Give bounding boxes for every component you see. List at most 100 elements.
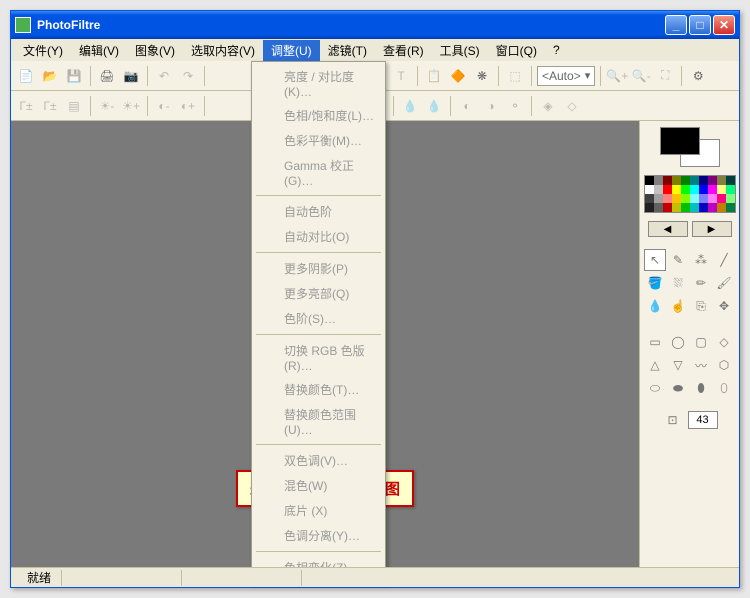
size-value[interactable]: 43 [688, 411, 718, 429]
palette-cell[interactable] [726, 185, 735, 194]
brush-tool[interactable]: ✏ [690, 272, 712, 294]
palette-cell[interactable] [654, 176, 663, 185]
palette-cell[interactable] [690, 194, 699, 203]
shape2-tool[interactable]: ⬬ [667, 377, 689, 399]
palette-cell[interactable] [717, 185, 726, 194]
palette-cell[interactable] [726, 203, 735, 212]
palette-cell[interactable] [699, 194, 708, 203]
palette-cell[interactable] [717, 176, 726, 185]
menu-tools[interactable]: 工具(S) [432, 40, 488, 61]
palette-cell[interactable] [708, 185, 717, 194]
palette-cell[interactable] [645, 185, 654, 194]
blur-button[interactable]: 💧 [399, 95, 421, 117]
gamma-plus-button[interactable]: Γ± [39, 95, 61, 117]
zoom-out-button[interactable]: 🔍- [630, 65, 652, 87]
ellipse-select-tool[interactable]: ◯ [667, 331, 689, 353]
new-file-button[interactable]: 📄 [15, 65, 37, 87]
line-tool[interactable]: ╱ [713, 249, 735, 271]
palette-cell[interactable] [672, 176, 681, 185]
print-button[interactable]: 🖨 [96, 65, 118, 87]
selection-toggle-button[interactable]: ⬚ [504, 65, 526, 87]
palette-cell[interactable] [690, 185, 699, 194]
diamond-tool[interactable]: ◇ [713, 331, 735, 353]
menu-file[interactable]: 文件(Y) [15, 40, 71, 61]
palette-cell[interactable] [654, 203, 663, 212]
palette-cell[interactable] [672, 203, 681, 212]
zoom-in-button[interactable]: 🔍+ [606, 65, 628, 87]
menu-more-highlight[interactable]: 更多亮部(Q) [254, 281, 383, 306]
menu-levels[interactable]: 色阶(S)… [254, 306, 383, 331]
palette-prev-button[interactable]: ◀ [648, 221, 688, 237]
menu-edit[interactable]: 编辑(V) [71, 40, 127, 61]
menu-image[interactable]: 图象(V) [127, 40, 183, 61]
menu-replace-color-range[interactable]: 替换颜色范围(U)… [254, 402, 383, 441]
palette-cell[interactable] [681, 176, 690, 185]
menu-negative[interactable]: 底片 (X) [254, 498, 383, 523]
palette-cell[interactable] [645, 203, 654, 212]
menu-more-shadow[interactable]: 更多阴影(P) [254, 256, 383, 281]
palette-cell[interactable] [699, 176, 708, 185]
shape3-tool[interactable]: ⬮ [690, 377, 712, 399]
aspect-lock-button[interactable]: ⊡ [662, 409, 684, 431]
palette-cell[interactable] [654, 194, 663, 203]
redo-button[interactable]: ↷ [177, 65, 199, 87]
palette-cell[interactable] [699, 185, 708, 194]
polygon-tool[interactable]: ⬡ [713, 354, 735, 376]
close-button[interactable]: ✕ [713, 15, 735, 35]
menu-gamma-correct[interactable]: Gamma 校正(G)… [254, 153, 383, 192]
menu-auto-levels[interactable]: 自动色阶 [254, 199, 383, 224]
menu-swap-rgb[interactable]: 切换 RGB 色版(R)… [254, 338, 383, 377]
advbrush-tool[interactable]: 🖌 [713, 272, 735, 294]
menu-window[interactable]: 窗口(Q) [488, 40, 545, 61]
save-button[interactable]: 💾 [63, 65, 85, 87]
maximize-button[interactable]: □ [689, 15, 711, 35]
open-file-button[interactable]: 📂 [39, 65, 61, 87]
bright-minus-button[interactable]: ☀- [96, 95, 118, 117]
sharpen-button[interactable]: 💧 [423, 95, 445, 117]
menu-replace-color[interactable]: 替换颜色(T)… [254, 377, 383, 402]
palette-cell[interactable] [690, 203, 699, 212]
palette-cell[interactable] [663, 176, 672, 185]
palette-cell[interactable] [717, 194, 726, 203]
palette-cell[interactable] [663, 194, 672, 203]
palette-cell[interactable] [645, 194, 654, 203]
fullscreen-button[interactable]: ⛶ [654, 65, 676, 87]
palette-cell[interactable] [672, 185, 681, 194]
fill-tool[interactable]: 🪣 [644, 272, 666, 294]
palette-cell[interactable] [708, 194, 717, 203]
menu-adjust[interactable]: 调整(U) [263, 40, 320, 61]
zoom-combo[interactable]: <Auto>▾ [537, 66, 595, 86]
palette-cell[interactable] [681, 203, 690, 212]
palette-cell[interactable] [654, 185, 663, 194]
menu-auto-contrast[interactable]: 自动对比(O) [254, 224, 383, 249]
palette-cell[interactable] [663, 185, 672, 194]
shape4-tool[interactable]: ⬯ [713, 377, 735, 399]
palette-cell[interactable] [645, 176, 654, 185]
menu-view[interactable]: 查看(R) [375, 40, 432, 61]
undo-button[interactable]: ↶ [153, 65, 175, 87]
smudge-tool[interactable]: ☝ [667, 295, 689, 317]
palette-cell[interactable] [717, 203, 726, 212]
gray-button[interactable]: ◐ [456, 95, 478, 117]
effects-button[interactable]: 🔶 [447, 65, 469, 87]
triangle2-tool[interactable]: ▽ [667, 354, 689, 376]
menu-duotone[interactable]: 双色调(V)… [254, 448, 383, 473]
menu-selection[interactable]: 选取内容(V) [183, 40, 263, 61]
menu-filter[interactable]: 滤镜(T) [320, 40, 375, 61]
sepia-button[interactable]: ◑ [480, 95, 502, 117]
minimize-button[interactable]: _ [665, 15, 687, 35]
menu-posterize[interactable]: 色调分离(Y)… [254, 523, 383, 548]
palette-cell[interactable] [699, 203, 708, 212]
menu-help[interactable]: ? [545, 41, 568, 59]
palette-cell[interactable] [681, 194, 690, 203]
roundrect-tool[interactable]: ▢ [690, 331, 712, 353]
menu-color-balance[interactable]: 色彩平衡(M)… [254, 128, 383, 153]
palette-next-button[interactable]: ▶ [692, 221, 732, 237]
pointer-tool[interactable]: ↖ [644, 249, 666, 271]
photomask-button[interactable]: ◇ [561, 95, 583, 117]
text-button[interactable]: T [390, 65, 412, 87]
color-palette[interactable] [644, 175, 736, 213]
foreground-color[interactable] [660, 127, 700, 155]
menu-brightness-contrast[interactable]: 亮度 / 对比度(K)… [254, 64, 383, 103]
eyedropper-tool[interactable]: ✎ [667, 249, 689, 271]
